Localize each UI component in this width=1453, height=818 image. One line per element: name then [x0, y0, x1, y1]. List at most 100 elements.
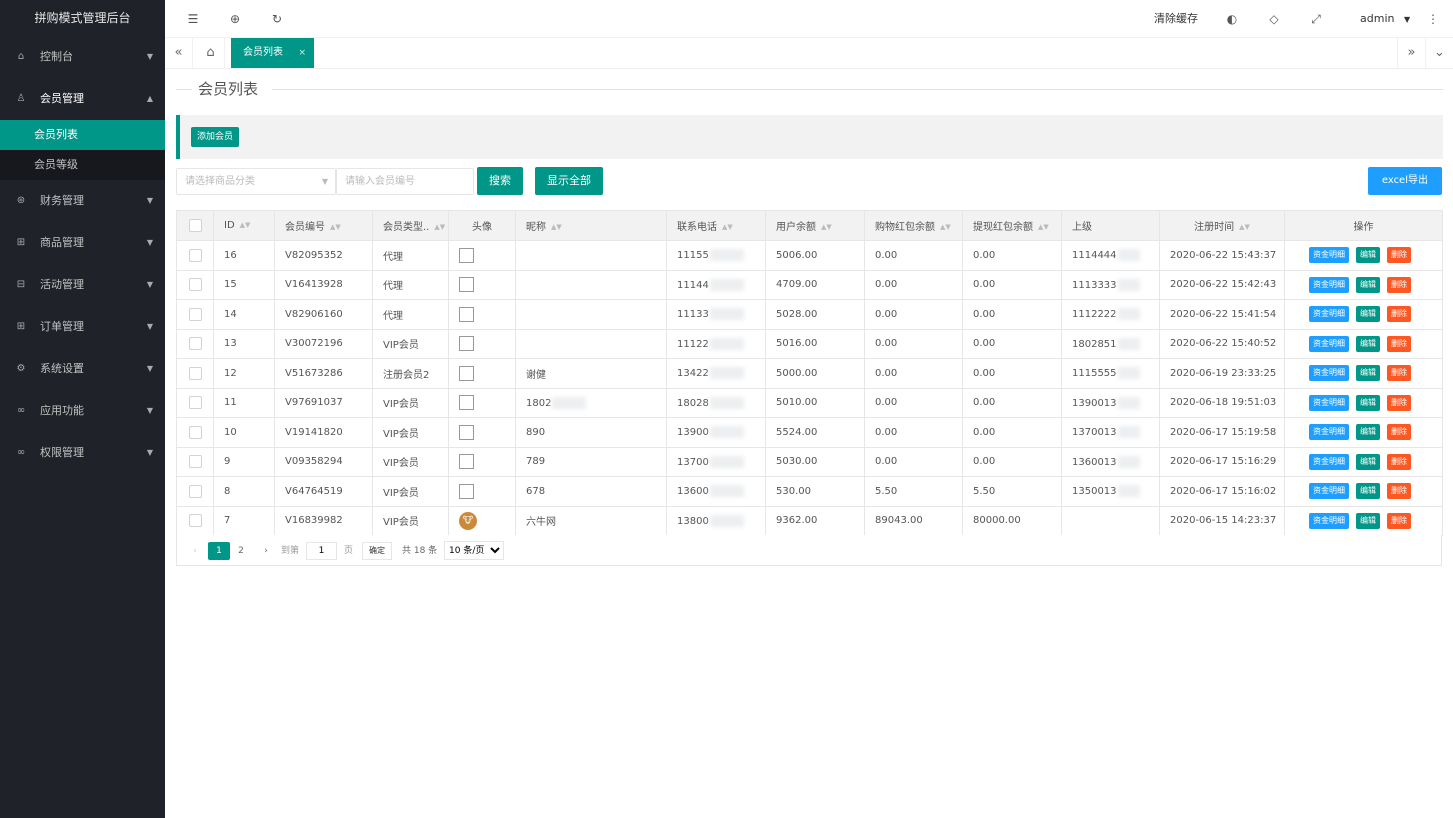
edit-button[interactable]: 编辑 — [1356, 453, 1380, 470]
sort-icon[interactable]: ▲▼ — [330, 223, 341, 231]
home-icon[interactable]: ⌂ — [197, 38, 225, 68]
tabs-menu-icon[interactable]: ⌄ — [1425, 38, 1453, 68]
edit-button[interactable]: 编辑 — [1356, 424, 1380, 441]
sort-icon[interactable]: ▲▼ — [1239, 223, 1250, 231]
fund-detail-button[interactable]: 资金明细 — [1309, 483, 1349, 500]
confirm-page-button[interactable]: 确定 — [362, 542, 392, 560]
add-member-button[interactable]: 添加会员 — [191, 127, 240, 147]
edit-button[interactable]: 编辑 — [1356, 335, 1380, 352]
member-code-input[interactable] — [336, 168, 474, 195]
sidebar-item-0[interactable]: ⌂ 控制台 ▼ — [0, 36, 165, 78]
per-page-select[interactable]: 10 条/页 — [444, 541, 504, 560]
row-checkbox[interactable] — [188, 455, 202, 469]
delete-button[interactable]: 删除 — [1387, 276, 1411, 293]
row-checkbox[interactable] — [188, 366, 202, 380]
fullscreen-icon[interactable]: ⤢ — [1302, 0, 1330, 38]
fund-detail-button[interactable]: 资金明细 — [1309, 453, 1349, 470]
tab-member-list[interactable]: 会员列表 × — [231, 38, 314, 68]
delete-button[interactable]: 删除 — [1387, 512, 1411, 529]
sidebar-item-8[interactable]: ∞ 权限管理 ▼ — [0, 432, 165, 474]
submenu-item-1[interactable]: 会员等级 — [0, 150, 165, 180]
show-all-button[interactable]: 显示全部 — [535, 167, 603, 195]
column-header[interactable]: 购物红包余额 ▲▼ — [864, 210, 963, 241]
sidebar-item-1[interactable]: ♙ 会员管理 ▲ — [0, 78, 165, 120]
row-checkbox[interactable] — [188, 337, 202, 351]
sort-icon[interactable]: ▲▼ — [1038, 223, 1049, 231]
tabs-prev-icon[interactable]: « — [165, 38, 193, 68]
sidebar-item-6[interactable]: ⚙ 系统设置 ▼ — [0, 348, 165, 390]
row-checkbox[interactable] — [188, 278, 202, 292]
edit-button[interactable]: 编辑 — [1356, 483, 1380, 500]
column-header[interactable]: 注册时间 ▲▼ — [1159, 210, 1285, 241]
sidebar-item-5[interactable]: ⊞ 订单管理 ▼ — [0, 306, 165, 348]
tag-icon[interactable]: ◇ — [1260, 0, 1288, 38]
sort-icon[interactable]: ▲▼ — [940, 223, 951, 231]
page-1-button[interactable]: 1 — [208, 542, 230, 560]
delete-button[interactable]: 删除 — [1387, 394, 1411, 411]
submenu-item-0[interactable]: 会员列表 — [0, 120, 165, 150]
column-header[interactable]: 会员编号 ▲▼ — [274, 210, 373, 241]
cell-nickname — [515, 269, 667, 300]
excel-export-button[interactable]: excel导出 — [1367, 167, 1442, 195]
sidebar-item-2[interactable]: ⊛ 财务管理 ▼ — [0, 180, 165, 222]
row-checkbox[interactable] — [188, 514, 202, 528]
select-all-checkbox[interactable] — [188, 219, 202, 232]
search-button[interactable]: 搜索 — [477, 167, 523, 195]
column-header[interactable]: 昵称 ▲▼ — [515, 210, 667, 241]
column-header[interactable]: 会员类型.. ▲▼ — [372, 210, 449, 241]
column-header[interactable]: 用户余额 ▲▼ — [765, 210, 865, 241]
delete-button[interactable]: 删除 — [1387, 424, 1411, 441]
delete-button[interactable]: 删除 — [1387, 306, 1411, 323]
delete-button[interactable]: 删除 — [1387, 453, 1411, 470]
row-select-cell — [176, 358, 214, 389]
column-header[interactable]: 联系电话 ▲▼ — [666, 210, 766, 241]
more-icon[interactable]: ⋮ — [1419, 0, 1447, 38]
page-number-input[interactable] — [306, 542, 337, 560]
fund-detail-button[interactable]: 资金明细 — [1309, 365, 1349, 382]
sort-icon[interactable]: ▲▼ — [240, 221, 251, 229]
refresh-icon[interactable]: ↻ — [263, 0, 291, 38]
sidebar-item-4[interactable]: ⊟ 活动管理 ▼ — [0, 264, 165, 306]
category-select[interactable]: 请选择商品分类 ▼ — [176, 168, 336, 195]
close-icon[interactable]: × — [298, 38, 306, 68]
sort-icon[interactable]: ▲▼ — [821, 223, 832, 231]
fund-detail-button[interactable]: 资金明细 — [1309, 424, 1349, 441]
row-checkbox[interactable] — [188, 425, 202, 439]
edit-button[interactable]: 编辑 — [1356, 394, 1380, 411]
delete-button[interactable]: 删除 — [1387, 335, 1411, 352]
menu-toggle-icon[interactable]: ☰ — [179, 0, 207, 38]
row-checkbox[interactable] — [188, 396, 202, 410]
next-page-button[interactable]: › — [255, 542, 277, 560]
delete-button[interactable]: 删除 — [1387, 247, 1411, 264]
edit-button[interactable]: 编辑 — [1356, 512, 1380, 529]
delete-button[interactable]: 删除 — [1387, 483, 1411, 500]
sidebar-item-3[interactable]: ⊞ 商品管理 ▼ — [0, 222, 165, 264]
sort-icon[interactable]: ▲▼ — [551, 223, 562, 231]
row-checkbox[interactable] — [188, 484, 202, 498]
globe-icon[interactable]: ⊕ — [221, 0, 249, 38]
delete-button[interactable]: 删除 — [1387, 365, 1411, 382]
fund-detail-button[interactable]: 资金明细 — [1309, 512, 1349, 529]
sidebar-item-7[interactable]: ∞ 应用功能 ▼ — [0, 390, 165, 432]
user-menu[interactable]: admin ▼ — [1360, 0, 1410, 38]
fund-detail-button[interactable]: 资金明细 — [1309, 276, 1349, 293]
fund-detail-button[interactable]: 资金明细 — [1309, 335, 1349, 352]
row-checkbox[interactable] — [188, 248, 202, 262]
row-checkbox[interactable] — [188, 307, 202, 321]
page-2-button[interactable]: 2 — [230, 542, 252, 560]
tabs-next-icon[interactable]: » — [1397, 38, 1425, 68]
sort-icon[interactable]: ▲▼ — [434, 223, 445, 231]
prev-page-button[interactable]: ‹ — [184, 542, 206, 560]
theme-icon[interactable]: ◐ — [1218, 0, 1246, 38]
fund-detail-button[interactable]: 资金明细 — [1309, 394, 1349, 411]
edit-button[interactable]: 编辑 — [1356, 306, 1380, 323]
edit-button[interactable]: 编辑 — [1356, 276, 1380, 293]
fund-detail-button[interactable]: 资金明细 — [1309, 247, 1349, 264]
edit-button[interactable]: 编辑 — [1356, 365, 1380, 382]
edit-button[interactable]: 编辑 — [1356, 247, 1380, 264]
clear-cache-button[interactable]: 清除缓存 — [1154, 0, 1198, 38]
column-header[interactable]: 提现红包余额 ▲▼ — [962, 210, 1062, 241]
column-header[interactable]: ID ▲▼ — [213, 210, 275, 241]
sort-icon[interactable]: ▲▼ — [722, 223, 733, 231]
fund-detail-button[interactable]: 资金明细 — [1309, 306, 1349, 323]
